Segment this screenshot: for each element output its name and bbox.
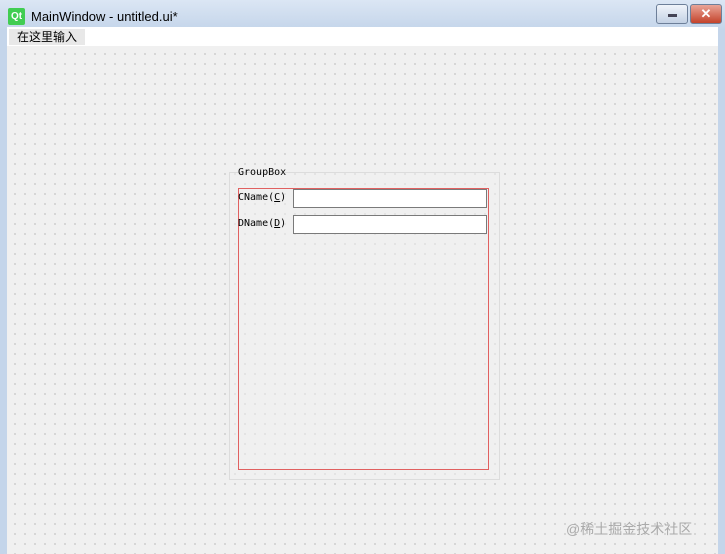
window-title: MainWindow - untitled.ui* — [31, 8, 178, 24]
close-icon: ✕ — [700, 6, 712, 21]
cname-input[interactable] — [293, 189, 487, 208]
group-box-title: GroupBox — [238, 167, 287, 178]
menu-type-here[interactable]: 在这里输入 — [9, 28, 86, 45]
dname-label: DName(D) — [238, 218, 287, 229]
form-canvas[interactable]: GroupBox CName(C) DName(D) — [7, 46, 718, 554]
menu-bar: 在这里输入 — [7, 27, 718, 46]
cname-label: CName(C) — [238, 192, 287, 203]
minimize-icon — [668, 14, 677, 17]
qt-logo-icon: Qt — [8, 7, 25, 25]
watermark: @稀土掘金技术社区 — [566, 521, 693, 537]
title-bar: Qt MainWindow - untitled.ui* — [8, 6, 178, 26]
close-button[interactable]: ✕ — [690, 4, 722, 24]
main-window: 在这里输入 GroupBox CName(C) DName(D) — [7, 27, 718, 554]
window-frame: Qt MainWindow - untitled.ui* ✕ 在这里输入 Gro… — [0, 0, 725, 554]
dname-input[interactable] — [293, 215, 487, 234]
minimize-button[interactable] — [656, 4, 688, 24]
